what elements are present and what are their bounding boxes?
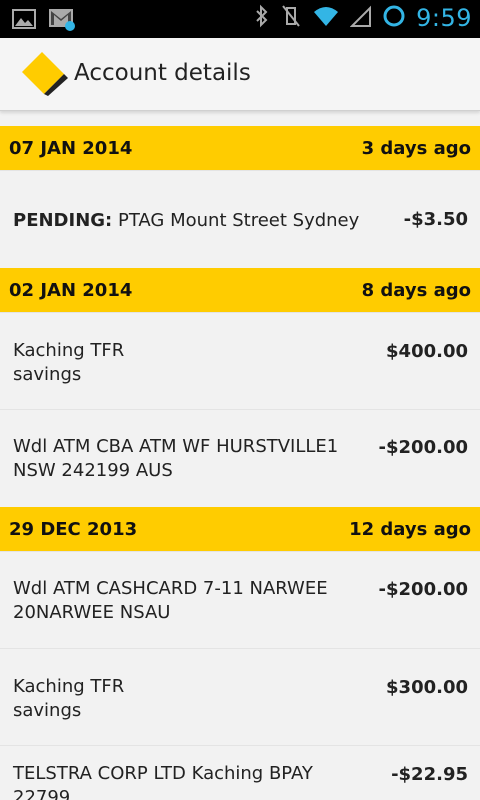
bank-logo-icon[interactable]: [20, 48, 68, 96]
transaction-row[interactable]: Wdl ATM CBA ATM WF HURSTVILLE1 NSW 24219…: [0, 409, 480, 507]
gallery-notification-icon: [12, 8, 36, 34]
date-header: 02 JAN 2014 8 days ago: [0, 268, 480, 312]
clock: 9:59: [416, 4, 472, 32]
transaction-description-line2: 20NARWEE NSAU: [13, 602, 171, 623]
transaction-amount: $300.00: [386, 677, 468, 698]
date-label: 07 JAN 2014: [9, 137, 133, 159]
bluetooth-icon: [254, 4, 270, 32]
transaction-description-line2: 22799: [13, 787, 71, 800]
transaction-description: TELSTRA CORP LTD Kaching BPAY: [13, 763, 313, 784]
transaction-row[interactable]: Kaching TFR savings $300.00: [0, 648, 480, 745]
transaction-row[interactable]: Wdl ATM CASHCARD 7-11 NARWEE 20NARWEE NS…: [0, 551, 480, 648]
transaction-description: Kaching TFR: [13, 676, 125, 697]
signal-icon: [349, 4, 372, 32]
gmail-notification-icon: [48, 7, 76, 35]
date-label: 29 DEC 2013: [9, 518, 138, 540]
transaction-row[interactable]: TELSTRA CORP LTD Kaching BPAY 22799 -$22…: [0, 745, 480, 800]
wifi-icon: [312, 4, 340, 32]
days-ago-label: 12 days ago: [349, 518, 471, 540]
transaction-amount: $400.00: [386, 341, 468, 362]
status-bar: 9:59: [0, 0, 480, 38]
page-title: Account details: [74, 60, 251, 86]
sync-icon: [382, 4, 406, 32]
vibrate-muted-icon: [280, 4, 302, 32]
transaction-description: Wdl ATM CASHCARD 7-11 NARWEE: [13, 578, 328, 599]
transaction-description: Wdl ATM CBA ATM WF HURSTVILLE1: [13, 436, 339, 457]
date-header: 29 DEC 2013 12 days ago: [0, 507, 480, 551]
transaction-description-line2: savings: [13, 364, 82, 385]
transaction-amount: -$22.95: [391, 764, 468, 785]
transaction-amount: -$3.50: [403, 209, 468, 230]
date-label: 02 JAN 2014: [9, 279, 133, 301]
transaction-description: PTAG Mount Street Sydney: [117, 210, 360, 231]
transaction-description-line2: NSW 242199 AUS: [13, 460, 173, 481]
days-ago-label: 8 days ago: [361, 279, 471, 301]
transaction-row[interactable]: PENDING: PTAG Mount Street Sydney -$3.50: [0, 170, 480, 268]
transaction-description: Kaching TFR: [13, 340, 125, 361]
transaction-row[interactable]: Kaching TFR savings $400.00: [0, 312, 480, 409]
transaction-amount: -$200.00: [378, 437, 468, 458]
date-header: 07 JAN 2014 3 days ago: [0, 126, 480, 170]
app-bar: Account details: [0, 38, 480, 111]
pending-label: PENDING:: [13, 210, 113, 231]
transaction-description-line2: savings: [13, 700, 82, 721]
days-ago-label: 3 days ago: [361, 137, 471, 159]
transaction-amount: -$200.00: [378, 579, 468, 600]
